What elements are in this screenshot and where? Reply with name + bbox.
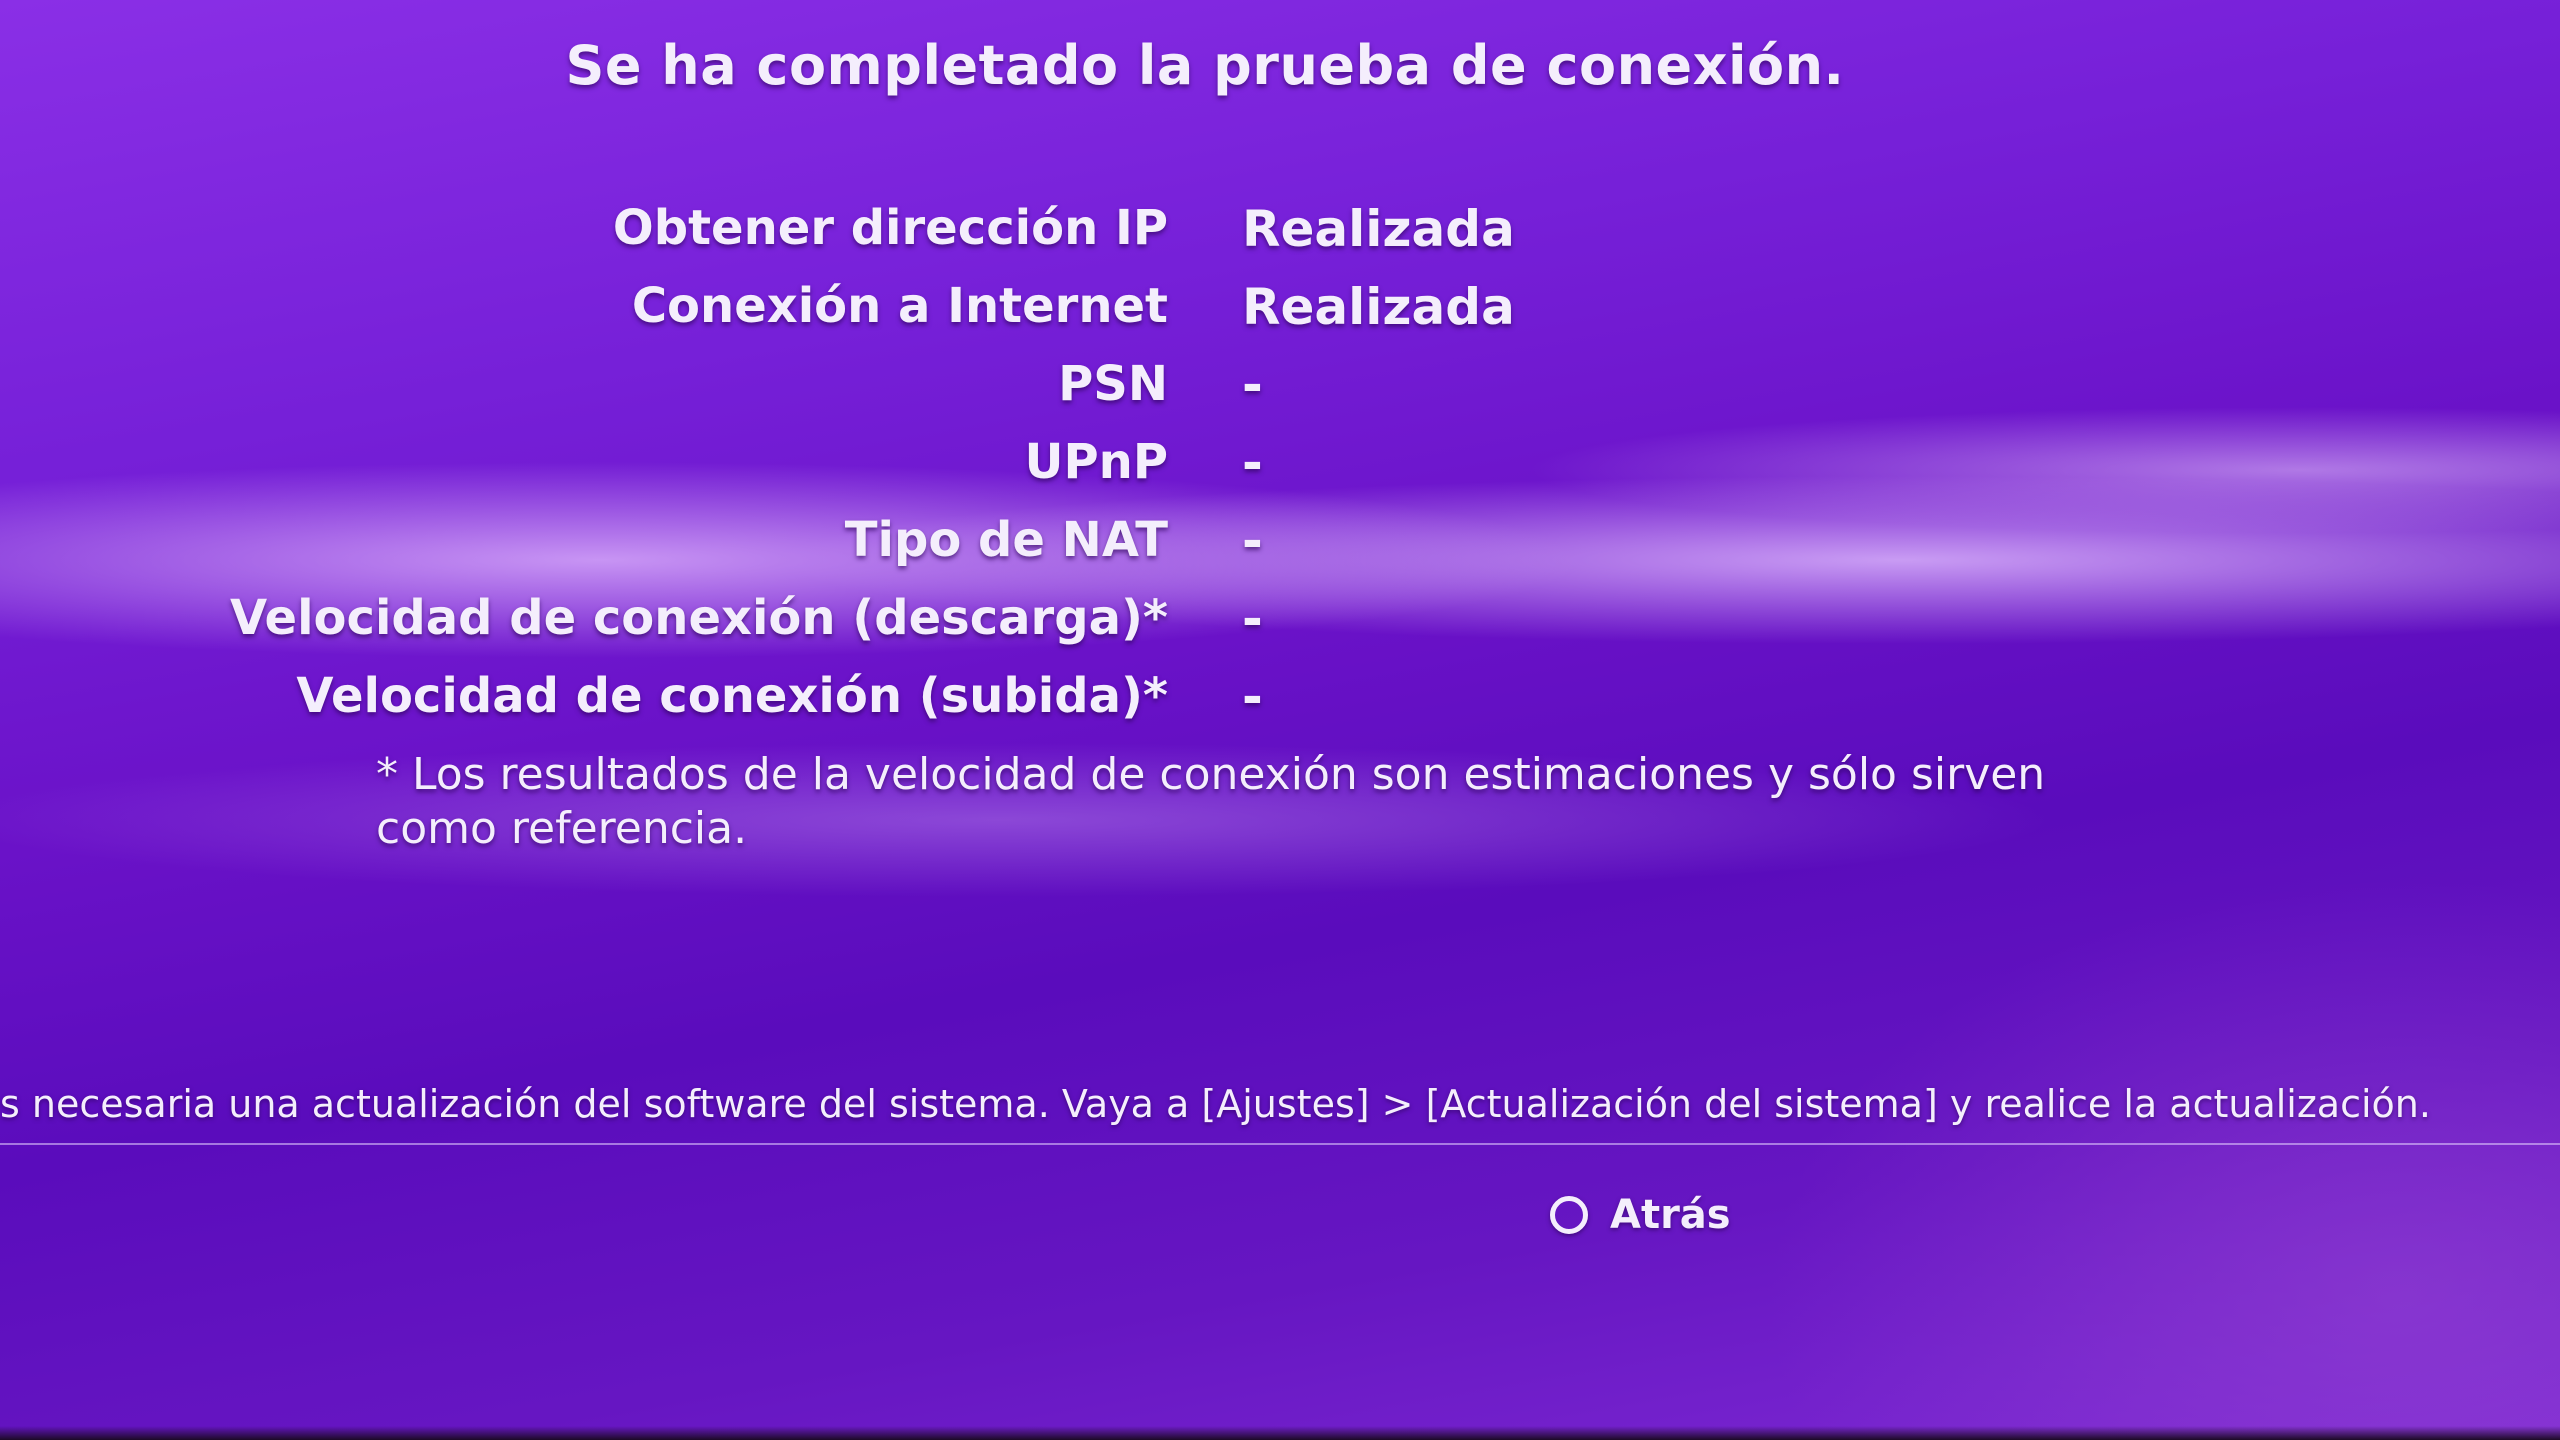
result-row-ip-address: Obtener dirección IP Realizada bbox=[0, 200, 2560, 278]
result-row-download-speed: Velocidad de conexión (descarga)* - bbox=[0, 590, 2560, 668]
result-value: - bbox=[1242, 590, 1263, 648]
back-label: Atrás bbox=[1610, 1192, 1731, 1238]
result-value: Realizada bbox=[1242, 278, 1515, 336]
result-label: Conexión a Internet bbox=[631, 278, 1168, 334]
result-label: PSN bbox=[1058, 356, 1168, 412]
result-value: - bbox=[1242, 356, 1263, 414]
page-title: Se ha completado la prueba de conexión. bbox=[565, 34, 1845, 97]
circle-button-icon bbox=[1550, 1196, 1588, 1234]
result-row-upload-speed: Velocidad de conexión (subida)* - bbox=[0, 668, 2560, 746]
system-update-notice: s necesaria una actualización del softwa… bbox=[0, 1082, 2431, 1126]
result-value: - bbox=[1242, 512, 1263, 570]
result-row-nat-type: Tipo de NAT - bbox=[0, 512, 2560, 590]
result-value: - bbox=[1242, 668, 1263, 726]
back-button[interactable]: Atrás bbox=[1550, 1192, 1731, 1238]
divider bbox=[0, 1143, 2560, 1145]
result-row-psn: PSN - bbox=[0, 356, 2560, 434]
screen-bottom-edge bbox=[0, 1426, 2560, 1440]
result-label: Velocidad de conexión (subida)* bbox=[296, 668, 1168, 724]
connection-test-screen: Se ha completado la prueba de conexión. … bbox=[0, 0, 2560, 1440]
results-list: Obtener dirección IP Realizada Conexión … bbox=[0, 200, 2560, 746]
result-value: Realizada bbox=[1242, 200, 1515, 258]
result-label: Velocidad de conexión (descarga)* bbox=[229, 590, 1168, 646]
speed-footnote: * Los resultados de la velocidad de cone… bbox=[376, 749, 2046, 854]
result-label: Obtener dirección IP bbox=[612, 200, 1168, 256]
result-label: Tipo de NAT bbox=[844, 512, 1168, 568]
result-row-upnp: UPnP - bbox=[0, 434, 2560, 512]
result-value: - bbox=[1242, 434, 1263, 492]
result-row-internet: Conexión a Internet Realizada bbox=[0, 278, 2560, 356]
result-label: UPnP bbox=[1024, 434, 1168, 490]
